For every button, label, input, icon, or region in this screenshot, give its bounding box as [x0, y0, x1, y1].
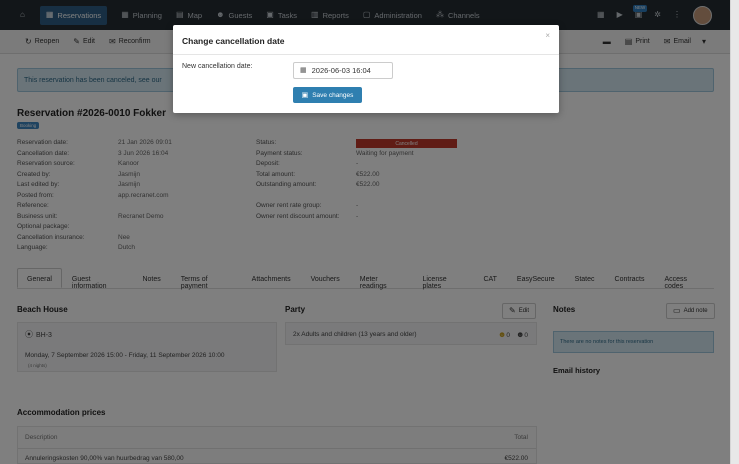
cancellation-date-value: 2026-06-03 16:04 [311, 66, 371, 75]
save-icon: ▣ [301, 91, 309, 99]
modal-header: Change cancellation date × [173, 25, 559, 55]
save-changes-button[interactable]: ▣ Save changes [293, 87, 362, 103]
calendar-icon: ▦ [300, 67, 307, 74]
modal-title: Change cancellation date [182, 36, 285, 46]
change-cancellation-date-modal: Change cancellation date × New cancellat… [173, 25, 559, 113]
cancellation-date-input[interactable]: ▦ 2026-06-03 16:04 [293, 62, 393, 79]
scrollbar[interactable] [730, 0, 739, 464]
save-changes-label: Save changes [312, 91, 354, 99]
close-icon[interactable]: × [545, 31, 550, 40]
cancellation-date-label: New cancellation date: [182, 63, 253, 70]
